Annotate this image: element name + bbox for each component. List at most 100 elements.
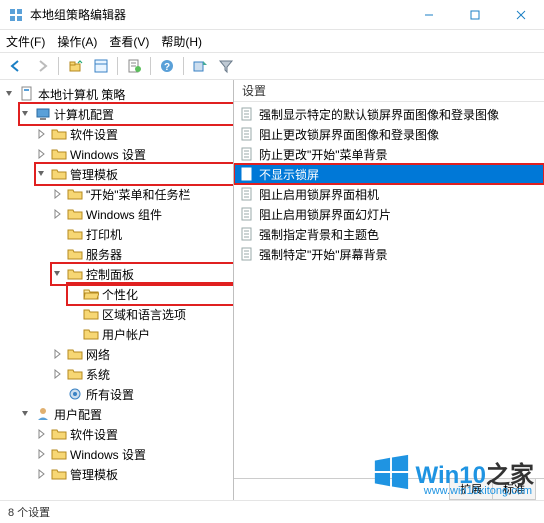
list-item-label: 强制指定背景和主题色 [259,226,379,243]
folder-icon [67,346,83,362]
expand-icon[interactable] [52,208,64,220]
tree-start-taskbar[interactable]: "开始"菜单和任务栏 [52,184,233,204]
list-item[interactable]: 强制指定背景和主题色 [234,224,544,244]
folder-icon [67,186,83,202]
user-icon [35,406,51,422]
tree-system[interactable]: 系统 [52,364,233,384]
expand-icon[interactable] [52,348,64,360]
folder-icon [51,466,67,482]
list-header[interactable]: 设置 [234,80,544,102]
tree-pane[interactable]: 本地计算机 策略 计算机配置 软件设置 Windows 设置 [0,80,234,500]
tree-admin-templates[interactable]: 管理模板 [36,164,233,184]
list-item[interactable]: 阻止更改锁屏界面图像和登录图像 [234,124,544,144]
tree-label: 管理模板 [70,166,118,183]
list-pane: 设置 强制显示特定的默认锁屏界面图像和登录图像阻止更改锁屏界面图像和登录图像防止… [234,80,544,500]
tree-root-label: 本地计算机 策略 [38,86,125,103]
tree-control-panel[interactable]: 控制面板 [52,264,233,284]
list-item[interactable]: 阻止启用锁屏界面相机 [234,184,544,204]
folder-icon [51,146,67,162]
folder-icon [67,266,83,282]
tree-label: 计算机配置 [54,106,114,123]
content: 本地计算机 策略 计算机配置 软件设置 Windows 设置 [0,80,544,500]
menu-view[interactable]: 查看(V) [109,33,149,50]
expand-icon[interactable] [36,468,48,480]
app-icon [8,7,24,23]
tree-personalization[interactable]: 个性化 [68,284,233,304]
list-item[interactable]: 强制特定"开始"屏幕背景 [234,244,544,264]
expand-icon[interactable] [36,128,48,140]
menu-file[interactable]: 文件(F) [6,33,45,50]
tree-label: 用户配置 [54,406,102,423]
tree-button[interactable] [89,55,113,77]
tree-computer-config[interactable]: 计算机配置 [20,104,233,124]
up-button[interactable] [63,55,87,77]
tree-label: 软件设置 [70,126,118,143]
policy-item-icon [240,107,254,121]
back-button[interactable] [4,55,28,77]
tree-server[interactable]: 服务器 [52,244,233,264]
tree-label: Windows 组件 [86,206,162,223]
list-item[interactable]: 阻止启用锁屏界面幻灯片 [234,204,544,224]
folder-icon [67,206,83,222]
tree-label: 软件设置 [70,426,118,443]
computer-icon [35,106,51,122]
help-button[interactable]: ? [155,55,179,77]
list-item[interactable]: 不显示锁屏 [234,164,544,184]
tree-software-settings[interactable]: 软件设置 [36,124,233,144]
list-item-label: 阻止更改锁屏界面图像和登录图像 [259,126,439,143]
open-folder-icon [83,286,99,302]
tree-u-windows[interactable]: Windows 设置 [36,444,233,464]
folder-icon [67,366,83,382]
properties-button[interactable] [122,55,146,77]
folder-icon [51,446,67,462]
tree-label: 网络 [86,346,110,363]
collapse-icon[interactable] [52,268,64,280]
list-item-label: 不显示锁屏 [259,166,319,183]
folder-icon [51,166,67,182]
list-body[interactable]: 强制显示特定的默认锁屏界面图像和登录图像阻止更改锁屏界面图像和登录图像防止更改"… [234,102,544,478]
tree-u-software[interactable]: 软件设置 [36,424,233,444]
expand-icon[interactable] [52,368,64,380]
tree-label: Windows 设置 [70,446,146,463]
tree-windows-components[interactable]: Windows 组件 [52,204,233,224]
folder-icon [51,426,67,442]
maximize-button[interactable] [452,0,498,30]
expand-icon[interactable] [36,428,48,440]
collapse-icon[interactable] [4,88,16,100]
export-button[interactable] [188,55,212,77]
settings-icon [67,386,83,402]
tree-label: 区域和语言选项 [102,306,186,323]
menu-action[interactable]: 操作(A) [57,33,97,50]
tree-label: Windows 设置 [70,146,146,163]
tree-all-settings[interactable]: 所有设置 [52,384,233,404]
minimize-button[interactable] [406,0,452,30]
list-item[interactable]: 防止更改"开始"菜单背景 [234,144,544,164]
forward-button[interactable] [30,55,54,77]
titlebar: 本地组策略编辑器 [0,0,544,30]
filter-button[interactable] [214,55,238,77]
tree-region-lang[interactable]: 区域和语言选项 [68,304,233,324]
policy-item-icon [240,247,254,261]
policy-icon [19,86,35,102]
tree-u-admin[interactable]: 管理模板 [36,464,233,484]
tree-printer[interactable]: 打印机 [52,224,233,244]
close-button[interactable] [498,0,544,30]
tree-root[interactable]: 本地计算机 策略 [4,84,233,104]
policy-item-icon [240,167,254,181]
svg-text:?: ? [164,62,170,73]
collapse-icon[interactable] [20,108,32,120]
expand-icon[interactable] [36,148,48,160]
toolbar: ? [0,52,544,80]
expand-icon[interactable] [36,448,48,460]
collapse-icon[interactable] [36,168,48,180]
expand-icon[interactable] [52,188,64,200]
list-item[interactable]: 强制显示特定的默认锁屏界面图像和登录图像 [234,104,544,124]
collapse-icon[interactable] [20,408,32,420]
tree-user-accounts[interactable]: 用户帐户 [68,324,233,344]
tree-label: 系统 [86,366,110,383]
tree-network[interactable]: 网络 [52,344,233,364]
tree-windows-settings[interactable]: Windows 设置 [36,144,233,164]
tree-label: 管理模板 [70,466,118,483]
menu-help[interactable]: 帮助(H) [161,33,202,50]
tree-user-config[interactable]: 用户配置 [20,404,233,424]
